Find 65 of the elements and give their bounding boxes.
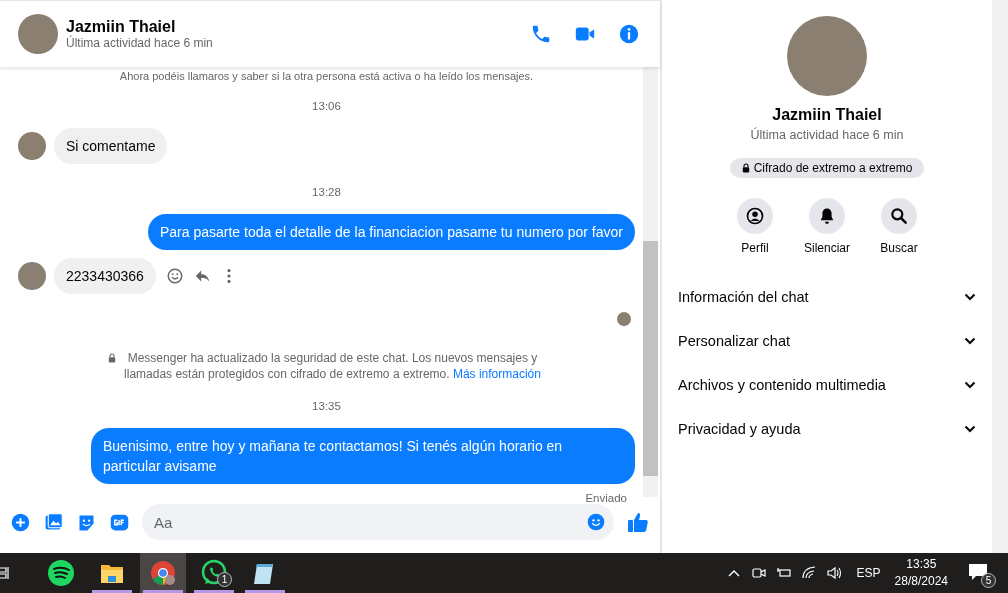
chevron-icon [964, 337, 976, 345]
section-header[interactable]: Personalizar chat [678, 319, 976, 363]
notification-count: 5 [981, 573, 996, 588]
encryption-badge: Cifrado de extremo a extremo [729, 158, 925, 178]
avatar-photo [18, 14, 58, 54]
section-header[interactable]: Información del chat [678, 275, 976, 319]
phone-icon[interactable] [530, 23, 552, 45]
security-notice: Messenger ha actualizado la seguridad de este chat. Los nuevos mensajes y llamadas están protegidos con cifrado de extremo a extremo. Más información [123, 350, 542, 382]
sent-status: Enviado [584, 492, 628, 504]
speaker-icon[interactable] [825, 565, 842, 581]
language-indicator[interactable]: ESP [856, 566, 881, 580]
chat-bubble-icon [200, 559, 228, 587]
more-options-icon[interactable] [225, 267, 232, 285]
section-header[interactable]: Privacidad y ayuda [678, 407, 976, 451]
running-indicator [245, 590, 285, 593]
message-input[interactable]: Aa [142, 504, 614, 540]
avatar-photo [18, 262, 46, 290]
more-info-link[interactable]: Más información [452, 367, 541, 381]
contact-name: Jazmiin Thaiel [66, 18, 177, 35]
camera-icon[interactable] [750, 565, 767, 581]
message-bubble: Si comentame [54, 128, 168, 164]
profile-status: Última actividad hace 6 min [750, 128, 904, 142]
emoji-icon[interactable] [586, 512, 606, 532]
image-icon[interactable] [43, 511, 64, 533]
smiley-icon[interactable] [165, 267, 184, 285]
profile-name: Jazmiin Thaiel [772, 106, 882, 124]
message-bubble: Buenisimo, entre hoy y mañana te contactamos! Si tenés algún horario en particular avisame [91, 428, 635, 484]
timestamp: 13:35 [311, 400, 342, 412]
action-label: Buscar [880, 241, 918, 255]
thumbs-up-icon[interactable] [626, 510, 650, 534]
seen-avatar [617, 312, 631, 326]
running-indicator [194, 590, 234, 593]
taskbar-app[interactable]: 1 [191, 553, 237, 593]
chevron-icon [964, 293, 976, 301]
section-header[interactable]: Archivos y contenido multimedia [678, 363, 976, 407]
chevron-icon [964, 381, 976, 389]
scrollbar[interactable] [643, 67, 658, 497]
timestamp: 13:06 [311, 100, 342, 112]
info-icon[interactable] [618, 23, 640, 45]
clock-time[interactable]: 13:35 [906, 556, 937, 573]
search-icon [889, 206, 909, 226]
browser-icon [149, 559, 177, 587]
plus-icon[interactable] [10, 511, 31, 533]
clock-date[interactable]: 28/8/2024 [894, 573, 948, 590]
app-badge: 1 [217, 572, 232, 587]
message-bubble: Para pasarte toda el detalle de la financiacion pasame tu numero por favor [147, 214, 635, 250]
mute-button[interactable] [809, 198, 845, 234]
profile-button[interactable] [737, 198, 773, 234]
task-view-icon[interactable] [0, 565, 10, 581]
action-label: Silenciar [804, 241, 850, 255]
lock-icon [108, 353, 116, 363]
message-bubble: 2233430366 [54, 258, 156, 294]
music-app-icon [47, 559, 75, 587]
wifi-icon[interactable] [800, 565, 817, 581]
person-icon [745, 206, 765, 226]
last-active-status: Última actividad hace 6 min [66, 36, 214, 50]
running-indicator [143, 590, 183, 593]
chevron-icon [964, 425, 976, 433]
timestamp: 13:28 [311, 186, 342, 198]
notifications-icon[interactable] [968, 563, 988, 581]
notice-text: Ahora podéis llamaros y saber si la otra persona está activa o ha leído los mensajes. [118, 70, 535, 82]
avatar-photo [18, 132, 46, 160]
action-label: Perfil [741, 241, 769, 255]
search-button[interactable] [881, 198, 917, 234]
running-indicator [92, 590, 132, 593]
